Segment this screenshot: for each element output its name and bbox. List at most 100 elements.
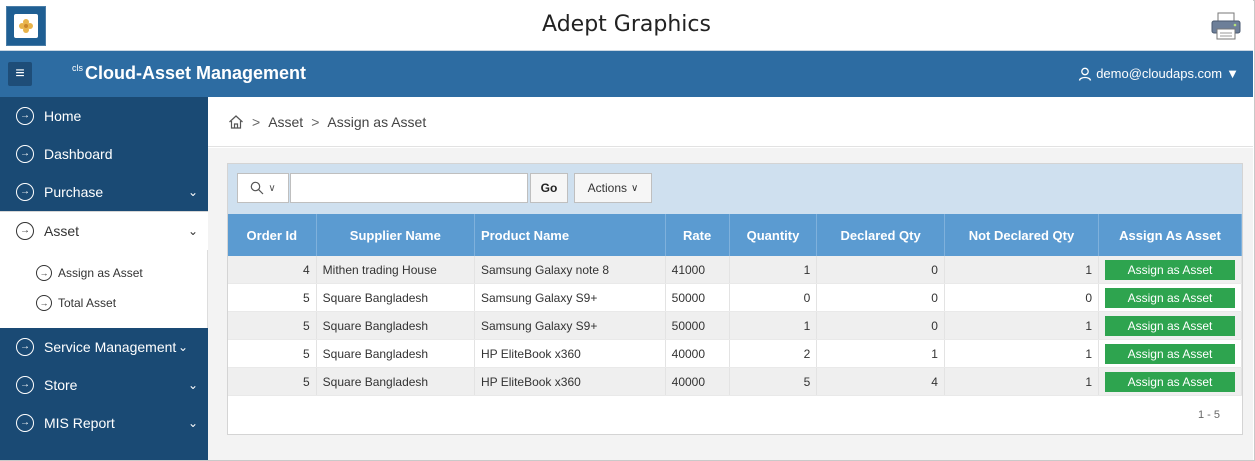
asset-submenu: → Assign as Asset → Total Asset <box>0 250 208 328</box>
chevron-down-icon: ⌄ <box>177 340 188 354</box>
cell-not-declared-qty: 1 <box>944 339 1100 368</box>
arrow-right-circle-icon: → <box>16 107 34 125</box>
assign-as-asset-button[interactable]: Assign as Asset <box>1105 371 1235 392</box>
actions-menu-button[interactable]: Actions ∨ <box>574 173 652 203</box>
report-region: ∨ Go Actions ∨ Order Id Supplier Name Pr… <box>227 163 1243 435</box>
table-row: 5 Square Bangladesh HP EliteBook x360 40… <box>228 367 1242 396</box>
column-header-quantity[interactable]: Quantity <box>729 214 818 256</box>
sidebar-item-label: Store <box>44 377 78 393</box>
cell-assign: Assign as Asset <box>1098 256 1242 284</box>
cell-rate: 41000 <box>665 256 730 284</box>
sidebar-item-label: Asset <box>44 223 80 239</box>
sidebar-item-label: Home <box>44 108 82 124</box>
assign-as-asset-button[interactable]: Assign as Asset <box>1105 343 1235 364</box>
chevron-down-icon: ∨ <box>268 182 276 194</box>
cell-declared-qty: 0 <box>816 283 945 312</box>
home-icon[interactable] <box>228 114 244 130</box>
arrow-right-circle-icon: → <box>16 338 34 356</box>
column-header-product-name[interactable]: Product Name <box>474 214 666 256</box>
column-header-declared-qty[interactable]: Declared Qty <box>816 214 945 256</box>
sidebar-subitem-total-asset[interactable]: → Total Asset <box>0 288 207 318</box>
title-bar: Adept Graphics <box>0 0 1253 51</box>
chevron-down-icon: ⌄ <box>187 378 198 392</box>
printer-icon[interactable] <box>1211 12 1241 40</box>
table-row: 5 Square Bangladesh HP EliteBook x360 40… <box>228 339 1242 368</box>
table-header-row: Order Id Supplier Name Product Name Rate… <box>228 214 1242 256</box>
search-column-selector[interactable]: ∨ <box>237 173 289 203</box>
cell-product-name: HP EliteBook x360 <box>474 367 666 396</box>
arrow-right-circle-icon: → <box>16 145 34 163</box>
go-button[interactable]: Go <box>530 173 568 203</box>
brand-prefix: cls <box>72 63 83 73</box>
user-email: demo@cloudaps.com <box>1096 66 1223 81</box>
cell-product-name: Samsung Galaxy S9+ <box>474 311 666 340</box>
brand-title[interactable]: cls Cloud-Asset Management <box>72 63 306 84</box>
sidebar-item-purchase[interactable]: → Purchase ⌄ <box>0 173 208 211</box>
caret-down-icon: ▼ <box>1226 66 1239 81</box>
user-icon <box>1079 67 1092 81</box>
chevron-down-icon: ⌄ <box>187 416 198 430</box>
sidebar-item-dashboard[interactable]: → Dashboard <box>0 135 208 173</box>
cell-order-id: 5 <box>228 367 317 396</box>
cell-declared-qty: 4 <box>816 367 945 396</box>
cell-product-name: HP EliteBook x360 <box>474 339 666 368</box>
sidebar-item-asset[interactable]: → Asset ⌄ <box>0 211 208 250</box>
sidebar-item-service-management[interactable]: → Service Management ⌄ <box>0 328 208 366</box>
sidebar-item-mis-report[interactable]: → MIS Report ⌄ <box>0 404 208 442</box>
assign-as-asset-button[interactable]: Assign as Asset <box>1105 287 1235 308</box>
cell-declared-qty: 0 <box>816 311 945 340</box>
assign-as-asset-button[interactable]: Assign as Asset <box>1105 315 1235 336</box>
cell-order-id: 5 <box>228 283 317 312</box>
cell-rate: 40000 <box>665 339 730 368</box>
breadcrumb: > Asset > Assign as Asset <box>208 97 1253 147</box>
sidebar-item-label: Dashboard <box>44 146 113 162</box>
sidebar-item-home[interactable]: → Home <box>0 97 208 135</box>
cell-declared-qty: 1 <box>816 339 945 368</box>
pagination-range: 1 - 5 <box>1197 409 1220 421</box>
cell-quantity: 5 <box>729 367 818 396</box>
cell-quantity: 0 <box>729 283 818 312</box>
table-row: 4 Mithen trading House Samsung Galaxy no… <box>228 256 1242 284</box>
arrow-right-circle-icon: → <box>16 414 34 432</box>
column-header-not-declared-qty[interactable]: Not Declared Qty <box>944 214 1100 256</box>
cell-order-id: 5 <box>228 311 317 340</box>
sidebar: → Home → Dashboard → Purchase ⌄ → Asset … <box>0 97 208 460</box>
cell-assign: Assign as Asset <box>1098 283 1242 312</box>
arrow-right-circle-icon: → <box>36 295 52 311</box>
user-menu[interactable]: demo@cloudaps.com ▼ <box>1078 66 1239 81</box>
breadcrumb-asset[interactable]: Asset <box>268 114 303 130</box>
column-header-assign-as-asset[interactable]: Assign As Asset <box>1098 214 1242 256</box>
cell-assign: Assign as Asset <box>1098 367 1242 396</box>
search-input[interactable] <box>290 173 528 203</box>
breadcrumb-separator: > <box>311 113 320 130</box>
brand-label: Cloud-Asset Management <box>85 63 307 83</box>
assign-as-asset-button[interactable]: Assign as Asset <box>1105 259 1235 280</box>
arrow-right-circle-icon: → <box>36 265 52 281</box>
column-header-order-id[interactable]: Order Id <box>228 214 317 256</box>
table-row: 5 Square Bangladesh Samsung Galaxy S9+ 5… <box>228 311 1242 340</box>
cell-supplier-name: Square Bangladesh <box>316 367 475 396</box>
sidebar-subitem-label: Assign as Asset <box>58 266 143 280</box>
hamburger-menu-icon[interactable]: ≡ <box>8 62 32 86</box>
cell-quantity: 1 <box>729 311 818 340</box>
column-header-rate[interactable]: Rate <box>665 214 730 256</box>
sidebar-item-label: Service Management <box>44 339 177 355</box>
cell-product-name: Samsung Galaxy S9+ <box>474 283 666 312</box>
arrow-right-circle-icon: → <box>16 183 34 201</box>
cell-assign: Assign as Asset <box>1098 339 1242 368</box>
cell-order-id: 4 <box>228 256 317 284</box>
arrow-right-circle-icon: → <box>16 222 34 240</box>
cell-order-id: 5 <box>228 339 317 368</box>
sidebar-item-store[interactable]: → Store ⌄ <box>0 366 208 404</box>
cell-declared-qty: 0 <box>816 256 945 284</box>
cell-supplier-name: Square Bangladesh <box>316 339 475 368</box>
chevron-down-icon: ⌄ <box>187 224 198 238</box>
asset-table: Order Id Supplier Name Product Name Rate… <box>228 214 1242 396</box>
chevron-down-icon: ⌄ <box>187 185 198 199</box>
app-title: Adept Graphics <box>542 12 711 37</box>
search-icon <box>251 181 264 195</box>
column-header-supplier-name[interactable]: Supplier Name <box>316 214 475 256</box>
sidebar-subitem-assign-as-asset[interactable]: → Assign as Asset <box>0 258 207 288</box>
table-row: 5 Square Bangladesh Samsung Galaxy S9+ 5… <box>228 283 1242 312</box>
cell-not-declared-qty: 1 <box>944 256 1100 284</box>
